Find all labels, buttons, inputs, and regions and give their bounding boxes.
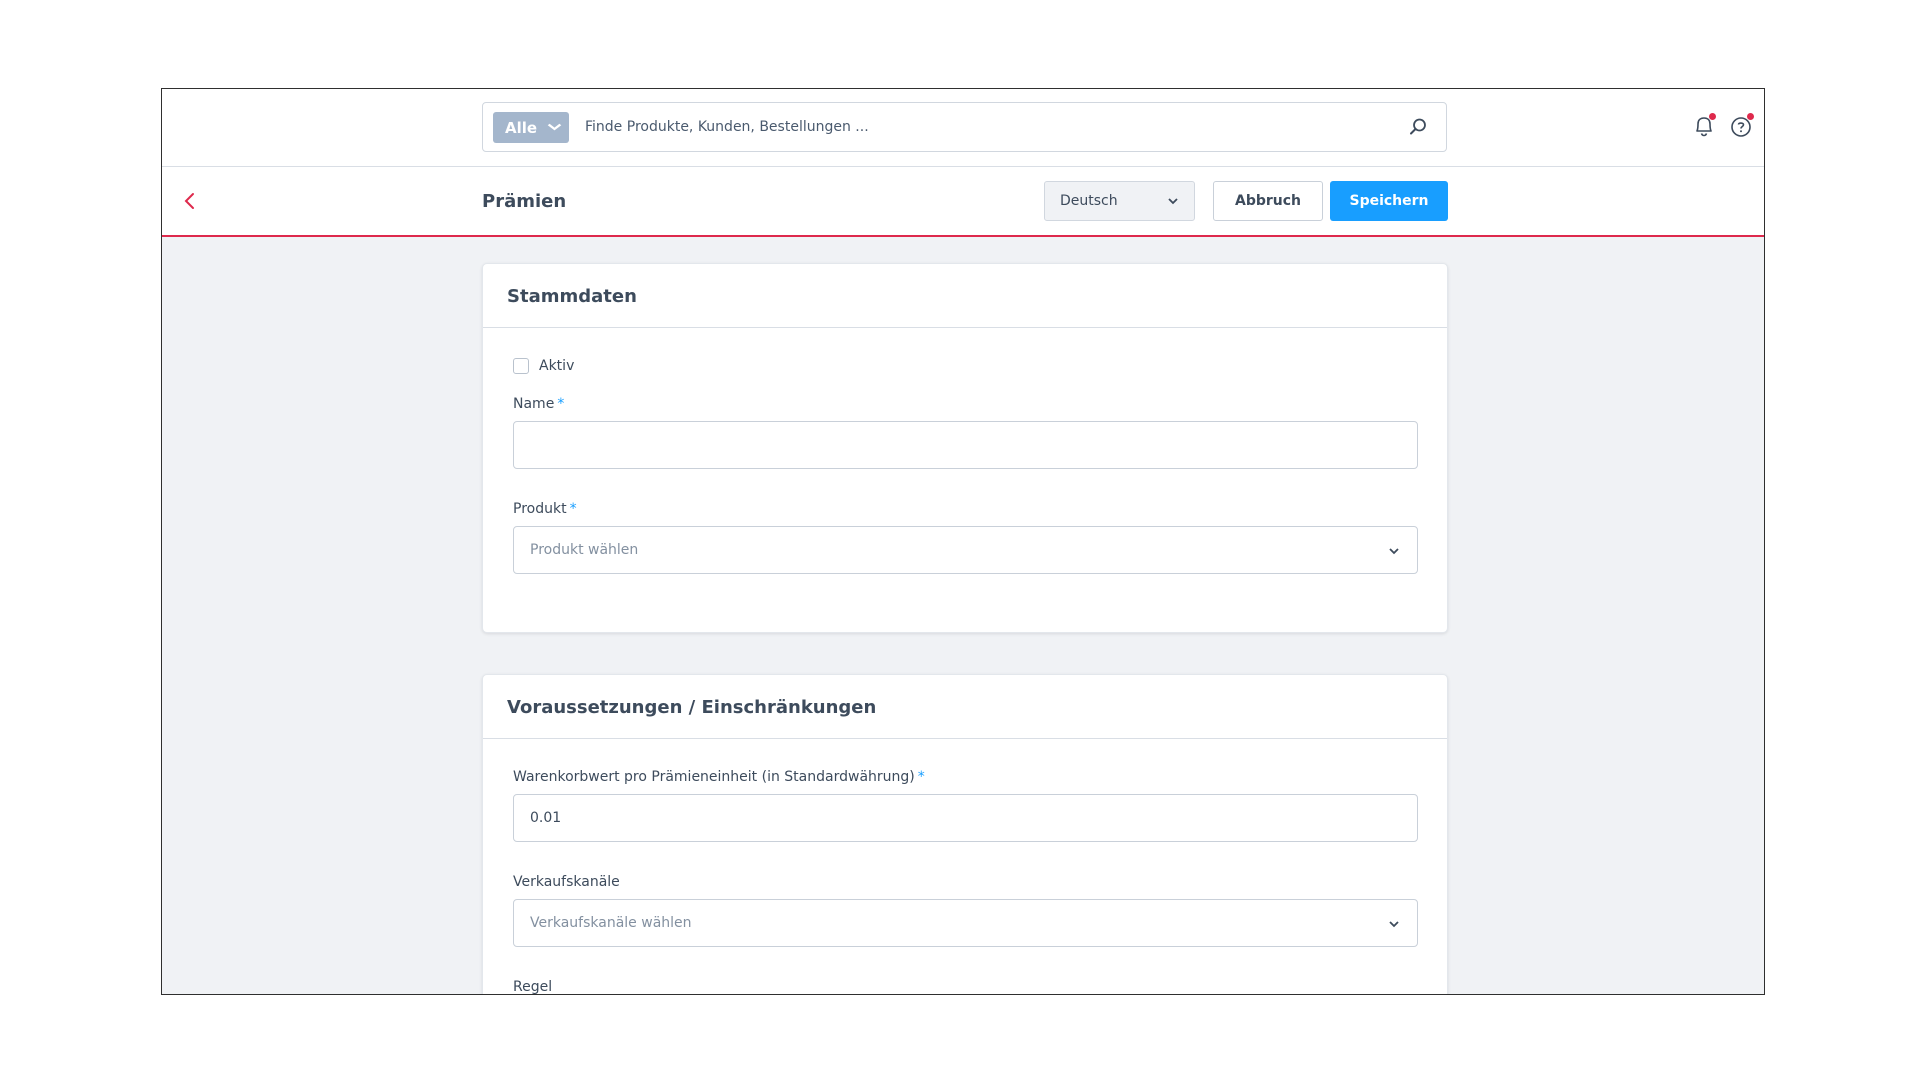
sales-channels-placeholder: Verkaufskanäle wählen <box>530 915 692 931</box>
cart-value-input-value: 0.01 <box>530 810 562 826</box>
search-scope-label: Alle <box>505 118 538 137</box>
help-icon[interactable] <box>1730 113 1754 139</box>
notification-badge <box>1709 113 1716 120</box>
cart-value-field-label: Warenkorbwert pro Prämieneinheit (in Sta… <box>513 769 925 785</box>
conditions-card: Voraussetzungen / Einschränkungen Warenk… <box>482 674 1448 995</box>
top-bar: Alle Finde Produkte, Kunden, Bestellunge… <box>162 89 1764 167</box>
language-select-value: Deutsch <box>1060 193 1118 209</box>
product-field-label: Produkt * <box>513 501 577 517</box>
chevron-down-icon <box>547 121 562 134</box>
page-title: Prämien <box>482 191 567 212</box>
cart-value-input[interactable]: 0.01 <box>513 794 1418 842</box>
master-data-card-title: Stammdaten <box>483 264 1447 328</box>
chevron-down-icon <box>1166 194 1180 208</box>
cart-value-label-text: Warenkorbwert pro Prämieneinheit (in Sta… <box>513 769 915 785</box>
conditions-card-title: Voraussetzungen / Einschränkungen <box>483 675 1447 739</box>
help-badge <box>1747 113 1754 120</box>
back-arrow-icon[interactable] <box>178 189 202 213</box>
top-icons <box>1692 113 1754 139</box>
active-checkbox-row[interactable]: Aktiv <box>513 358 574 374</box>
master-data-card: Stammdaten Aktiv Name * Produkt * Produkt … <box>482 263 1448 633</box>
product-select-placeholder: Produkt wählen <box>530 542 639 558</box>
required-mark: * <box>917 769 925 785</box>
name-field-label: Name * <box>513 396 564 412</box>
search-icon[interactable] <box>1408 117 1428 137</box>
language-select[interactable]: Deutsch <box>1044 181 1195 221</box>
sales-channels-select[interactable]: Verkaufskanäle wählen <box>513 899 1418 947</box>
cancel-button[interactable]: Abbruch <box>1213 181 1323 221</box>
rule-field-label: Regel <box>513 979 553 995</box>
sales-channels-field-label: Verkaufskanäle <box>513 874 620 890</box>
global-search[interactable]: Alle Finde Produkte, Kunden, Bestellunge… <box>482 102 1447 152</box>
name-label-text: Name <box>513 396 555 412</box>
required-mark: * <box>557 396 565 412</box>
product-label-text: Produkt <box>513 501 567 517</box>
chevron-down-icon <box>1387 917 1401 931</box>
search-scope-dropdown[interactable]: Alle <box>493 112 569 143</box>
app-window: Alle Finde Produkte, Kunden, Bestellunge… <box>161 88 1765 995</box>
save-button[interactable]: Speichern <box>1330 181 1448 221</box>
required-mark: * <box>569 501 577 517</box>
active-checkbox[interactable] <box>513 358 529 374</box>
chevron-down-icon <box>1387 544 1401 558</box>
page-header: Prämien Deutsch Abbruch Speichern <box>162 167 1764 237</box>
notification-bell-icon[interactable] <box>1692 113 1716 139</box>
active-checkbox-label: Aktiv <box>539 358 575 374</box>
product-select[interactable]: Produkt wählen <box>513 526 1418 574</box>
name-input[interactable] <box>513 421 1418 469</box>
search-input[interactable]: Finde Produkte, Kunden, Bestellungen ... <box>585 119 869 135</box>
